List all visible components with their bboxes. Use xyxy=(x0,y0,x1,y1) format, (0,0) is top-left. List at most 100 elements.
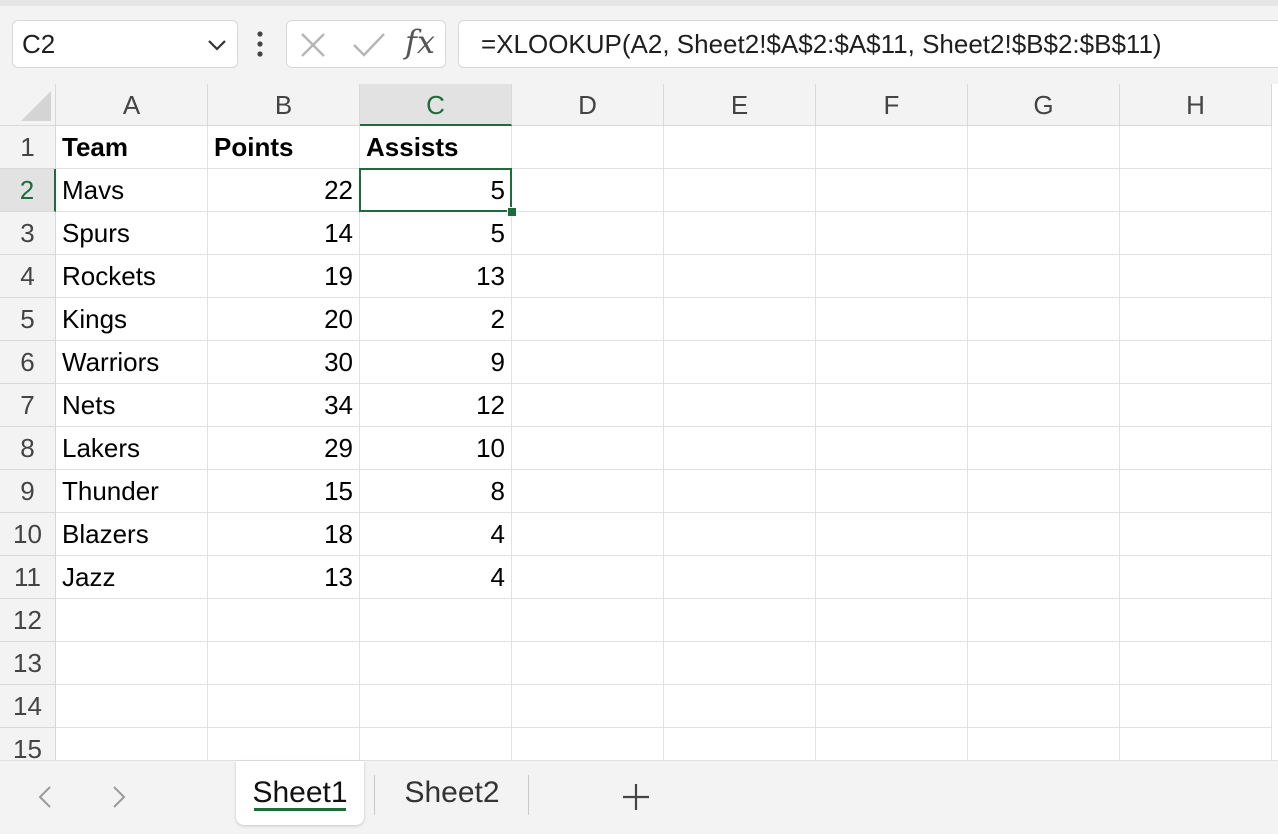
cell-e4[interactable] xyxy=(664,255,816,298)
cell-f6[interactable] xyxy=(816,341,968,384)
column-header-d[interactable]: D xyxy=(512,84,664,126)
cell-e3[interactable] xyxy=(664,212,816,255)
cell-d9[interactable] xyxy=(512,470,664,513)
cell-c11[interactable]: 4 xyxy=(360,556,512,599)
cell-b5[interactable]: 20 xyxy=(208,298,360,341)
column-header-a[interactable]: A xyxy=(56,84,208,126)
cell-h15[interactable] xyxy=(1120,728,1272,760)
cell-g15[interactable] xyxy=(968,728,1120,760)
cell-h4[interactable] xyxy=(1120,255,1272,298)
cell-a10[interactable]: Blazers xyxy=(56,513,208,556)
cell-h6[interactable] xyxy=(1120,341,1272,384)
cell-a1[interactable]: Team xyxy=(56,126,208,169)
column-header-e[interactable]: E xyxy=(664,84,816,126)
cell-h14[interactable] xyxy=(1120,685,1272,728)
cell-f10[interactable] xyxy=(816,513,968,556)
cell-h8[interactable] xyxy=(1120,427,1272,470)
cell-f1[interactable] xyxy=(816,126,968,169)
fill-handle[interactable] xyxy=(507,207,517,217)
cell-d6[interactable] xyxy=(512,341,664,384)
cell-f8[interactable] xyxy=(816,427,968,470)
cell-a14[interactable] xyxy=(56,685,208,728)
cell-b6[interactable]: 30 xyxy=(208,341,360,384)
cell-a3[interactable]: Spurs xyxy=(56,212,208,255)
cell-e2[interactable] xyxy=(664,169,816,212)
cell-e1[interactable] xyxy=(664,126,816,169)
cell-f4[interactable] xyxy=(816,255,968,298)
cell-d13[interactable] xyxy=(512,642,664,685)
cell-b12[interactable] xyxy=(208,599,360,642)
row-header-6[interactable]: 6 xyxy=(0,341,56,384)
cell-f9[interactable] xyxy=(816,470,968,513)
cell-c8[interactable]: 10 xyxy=(360,427,512,470)
cell-f15[interactable] xyxy=(816,728,968,760)
cell-e13[interactable] xyxy=(664,642,816,685)
cell-e9[interactable] xyxy=(664,470,816,513)
cell-a4[interactable]: Rockets xyxy=(56,255,208,298)
cell-e14[interactable] xyxy=(664,685,816,728)
cell-a13[interactable] xyxy=(56,642,208,685)
cell-a11[interactable]: Jazz xyxy=(56,556,208,599)
cell-h3[interactable] xyxy=(1120,212,1272,255)
cell-d10[interactable] xyxy=(512,513,664,556)
row-header-10[interactable]: 10 xyxy=(0,513,56,556)
row-header-8[interactable]: 8 xyxy=(0,427,56,470)
cell-g3[interactable] xyxy=(968,212,1120,255)
cell-e7[interactable] xyxy=(664,384,816,427)
cell-a2[interactable]: Mavs xyxy=(56,169,208,212)
row-header-5[interactable]: 5 xyxy=(0,298,56,341)
cell-h7[interactable] xyxy=(1120,384,1272,427)
column-header-b[interactable]: B xyxy=(208,84,360,126)
cell-a7[interactable]: Nets xyxy=(56,384,208,427)
cell-c6[interactable]: 9 xyxy=(360,341,512,384)
cell-c4[interactable]: 13 xyxy=(360,255,512,298)
cell-h9[interactable] xyxy=(1120,470,1272,513)
select-all-corner[interactable] xyxy=(0,84,56,126)
tab-sheet2[interactable]: Sheet2 xyxy=(388,761,516,825)
cell-a9[interactable]: Thunder xyxy=(56,470,208,513)
cell-b10[interactable]: 18 xyxy=(208,513,360,556)
cell-e11[interactable] xyxy=(664,556,816,599)
cell-f14[interactable] xyxy=(816,685,968,728)
cell-f12[interactable] xyxy=(816,599,968,642)
cell-d15[interactable] xyxy=(512,728,664,760)
cell-g11[interactable] xyxy=(968,556,1120,599)
cell-b3[interactable]: 14 xyxy=(208,212,360,255)
row-header-14[interactable]: 14 xyxy=(0,685,56,728)
row-header-13[interactable]: 13 xyxy=(0,642,56,685)
cell-g7[interactable] xyxy=(968,384,1120,427)
cell-d8[interactable] xyxy=(512,427,664,470)
cell-b15[interactable] xyxy=(208,728,360,760)
cell-d14[interactable] xyxy=(512,685,664,728)
formula-text[interactable]: =XLOOKUP(A2, Sheet2!$A$2:$A$11, Sheet2!$… xyxy=(481,29,1162,60)
cell-c9[interactable]: 8 xyxy=(360,470,512,513)
cell-b9[interactable]: 15 xyxy=(208,470,360,513)
cell-g10[interactable] xyxy=(968,513,1120,556)
cell-c14[interactable] xyxy=(360,685,512,728)
close-icon[interactable] xyxy=(299,31,327,59)
cell-g6[interactable] xyxy=(968,341,1120,384)
cell-a6[interactable]: Warriors xyxy=(56,341,208,384)
cell-h10[interactable] xyxy=(1120,513,1272,556)
cell-c10[interactable]: 4 xyxy=(360,513,512,556)
cell-f3[interactable] xyxy=(816,212,968,255)
cell-b2[interactable]: 22 xyxy=(208,169,360,212)
cell-g13[interactable] xyxy=(968,642,1120,685)
cell-f13[interactable] xyxy=(816,642,968,685)
cell-g2[interactable] xyxy=(968,169,1120,212)
cell-d2[interactable] xyxy=(512,169,664,212)
cell-f2[interactable] xyxy=(816,169,968,212)
insert-function-button[interactable]: fx xyxy=(405,23,435,61)
cell-d4[interactable] xyxy=(512,255,664,298)
row-header-15[interactable]: 15 xyxy=(0,728,56,760)
cell-a15[interactable] xyxy=(56,728,208,760)
cell-c15[interactable] xyxy=(360,728,512,760)
cell-f11[interactable] xyxy=(816,556,968,599)
kebab-icon[interactable] xyxy=(254,30,266,58)
cell-g1[interactable] xyxy=(968,126,1120,169)
chevron-left-icon[interactable] xyxy=(34,783,56,811)
column-header-c[interactable]: C xyxy=(360,84,512,126)
cell-b1[interactable]: Points xyxy=(208,126,360,169)
cell-d1[interactable] xyxy=(512,126,664,169)
cell-b7[interactable]: 34 xyxy=(208,384,360,427)
